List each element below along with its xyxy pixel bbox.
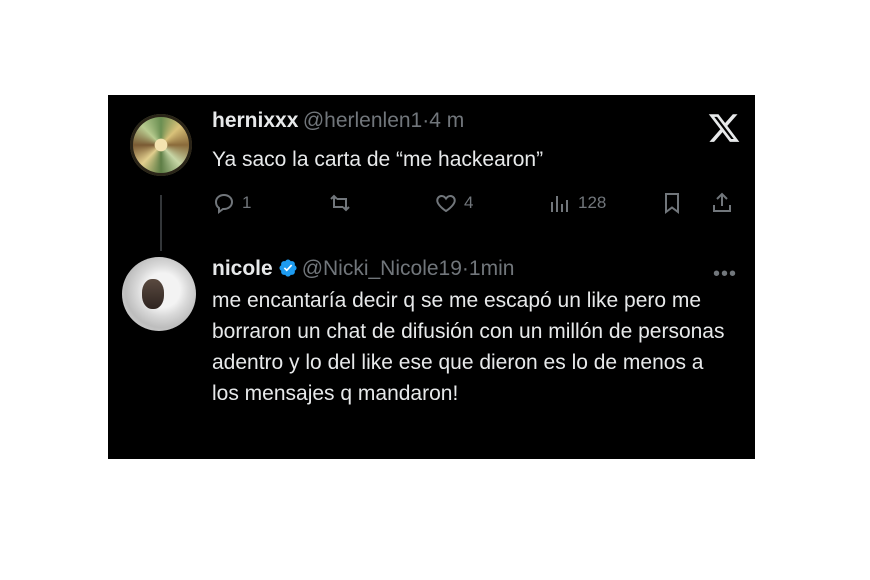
separator: · [461, 257, 469, 280]
share-icon [713, 192, 731, 212]
handle[interactable]: @Nicki_Nicole19 [302, 257, 462, 280]
tweet-screenshot-card: hernixxx @herlenlen1·4 m Ya saco la cart… [108, 95, 755, 459]
views-icon [551, 196, 568, 212]
like-count: 4 [464, 193, 474, 212]
display-name[interactable]: nicole [212, 257, 273, 280]
more-options-button[interactable]: ••• [713, 263, 737, 286]
verified-badge-icon [279, 259, 297, 277]
tweet-2-text: me encantaría decir q se me escapó un li… [212, 289, 725, 405]
share-button[interactable] [710, 191, 734, 215]
avatar-face [142, 279, 164, 309]
display-name[interactable]: hernixxx [212, 109, 298, 132]
views-count: 128 [578, 193, 607, 212]
bookmark-icon [665, 193, 679, 214]
handle[interactable]: @herlenlen1 [303, 109, 422, 132]
retweet-button[interactable] [328, 191, 358, 215]
thread-connector-line [160, 195, 162, 251]
reply-count: 1 [242, 193, 252, 212]
tweet-1-header: hernixxx @herlenlen1·4 m [212, 109, 464, 133]
tweet-2-header: nicole @Nicki_Nicole19·1min [212, 257, 514, 281]
avatar-nicole[interactable] [122, 257, 196, 331]
bookmark-button[interactable] [660, 191, 684, 215]
reply-icon [214, 193, 234, 214]
avatar-hernixxx[interactable] [130, 114, 192, 176]
tweet-1-text: Ya saco la carta de “me hackearon” [212, 148, 544, 171]
retweet-icon [330, 194, 350, 212]
x-logo-icon [708, 114, 740, 142]
like-button[interactable]: 4 [434, 191, 473, 215]
action-bar: 1 4 128 [108, 191, 755, 221]
views-button[interactable]: 128 [548, 191, 606, 215]
timestamp[interactable]: 1min [469, 257, 515, 280]
like-icon [436, 194, 456, 213]
reply-button[interactable]: 1 [212, 191, 251, 215]
timestamp[interactable]: 4 m [429, 109, 464, 132]
